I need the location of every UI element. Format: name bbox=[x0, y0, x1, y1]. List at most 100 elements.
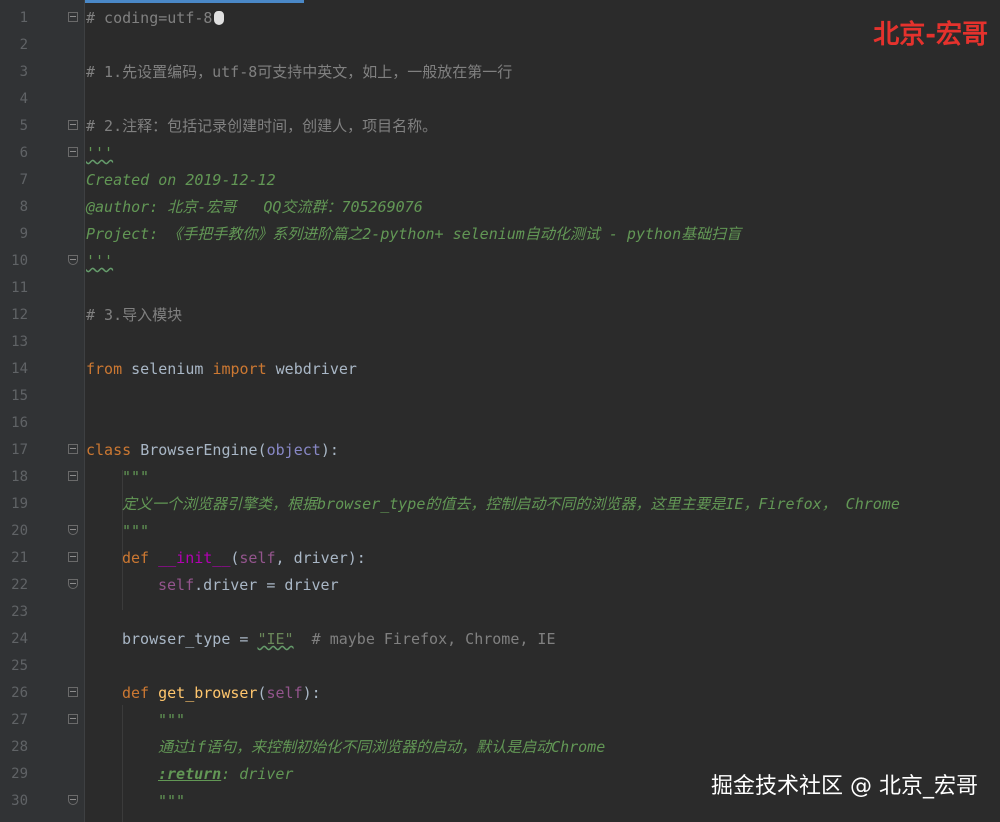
code-line[interactable]: 11 bbox=[0, 275, 1000, 302]
code-line[interactable]: 9 Project: 《手把手教你》系列进阶篇之2-python+ seleniu… bbox=[0, 221, 1000, 248]
code-line[interactable]: 2 bbox=[0, 32, 1000, 59]
code-line[interactable]: 17 class BrowserEngine(object): bbox=[0, 437, 1000, 464]
code-line[interactable]: 27 """ bbox=[0, 707, 1000, 734]
fold-toggle-icon[interactable] bbox=[68, 579, 78, 589]
line-number: 4 bbox=[19, 91, 28, 107]
code-line[interactable]: 23 bbox=[0, 599, 1000, 626]
line-number: 25 bbox=[11, 658, 28, 674]
code-token: def bbox=[122, 549, 159, 567]
code-line[interactable]: 22 self.driver = driver bbox=[0, 572, 1000, 599]
code-text: @author: 北京-宏哥 QQ交流群：705269076 bbox=[86, 194, 423, 221]
code-token: @author: 北京-宏哥 QQ交流群：705269076 bbox=[86, 198, 423, 216]
code-text: ''' bbox=[86, 248, 113, 275]
fold-toggle-icon[interactable] bbox=[68, 525, 78, 535]
code-token: def bbox=[122, 684, 159, 702]
line-number: 6 bbox=[19, 145, 28, 161]
code-line[interactable]: 8 @author: 北京-宏哥 QQ交流群：705269076 bbox=[0, 194, 1000, 221]
code-token: BrowserEngine( bbox=[140, 441, 267, 459]
code-text: """ bbox=[122, 518, 149, 545]
fold-toggle-icon[interactable] bbox=[68, 714, 78, 724]
code-line[interactable]: 18 """ bbox=[0, 464, 1000, 491]
code-token: Created on 2019-12-12 bbox=[86, 171, 276, 189]
code-text: Project: 《手把手教你》系列进阶篇之2-python+ selenium… bbox=[86, 221, 741, 248]
line-number: 21 bbox=[11, 550, 28, 566]
code-token: from bbox=[86, 360, 132, 378]
code-token: # 1.先设置编码，utf-8可支持中英文，如上，一般放在第一行 bbox=[86, 63, 513, 81]
code-line[interactable]: 7 Created on 2019-12-12 bbox=[0, 167, 1000, 194]
code-line[interactable]: 24 browser_type = "IE" # maybe Firefox, C… bbox=[0, 626, 1000, 653]
code-token: get_browser bbox=[158, 684, 258, 702]
code-text: self.driver = driver bbox=[158, 572, 339, 599]
code-token: self bbox=[158, 576, 195, 594]
line-number: 2 bbox=[19, 37, 28, 53]
line-number: 7 bbox=[19, 172, 28, 188]
mouse-pointer-icon bbox=[214, 11, 225, 25]
fold-toggle-icon[interactable] bbox=[68, 471, 78, 481]
code-token: .driver = driver bbox=[194, 576, 339, 594]
code-line[interactable]: 5 # 2.注释：包括记录创建时间，创建人，项目名称。 bbox=[0, 113, 1000, 140]
line-number: 5 bbox=[19, 118, 28, 134]
code-token: Project: 《手把手教你》系列进阶篇之2-python+ selenium… bbox=[86, 225, 742, 243]
line-number: 14 bbox=[11, 361, 28, 377]
code-text: ''' bbox=[86, 140, 113, 167]
code-editor[interactable]: 1 # coding=utf-8 2 3 # 1.先设置编码，utf-8可支持中英文，如… bbox=[0, 5, 1000, 815]
code-line[interactable]: 19 定义一个浏览器引擎类，根据browser_type的值去，控制启动不同的浏览… bbox=[0, 491, 1000, 518]
fold-toggle-icon[interactable] bbox=[68, 12, 78, 22]
line-number: 27 bbox=[11, 712, 28, 728]
code-token: :return bbox=[158, 765, 222, 783]
code-token: """ bbox=[122, 522, 150, 540]
code-line[interactable]: 13 bbox=[0, 329, 1000, 356]
line-number: 1 bbox=[19, 10, 28, 26]
code-text: Created on 2019-12-12 bbox=[86, 167, 276, 194]
code-line[interactable]: 20 """ bbox=[0, 518, 1000, 545]
code-text: # 2.注释：包括记录创建时间，创建人，项目名称。 bbox=[86, 113, 437, 140]
fold-toggle-icon[interactable] bbox=[68, 255, 78, 265]
code-line[interactable]: 28 通过if语句，来控制初始化不同浏览器的启动，默认是启动Chrome bbox=[0, 734, 1000, 761]
line-number: 15 bbox=[11, 388, 28, 404]
code-token: object bbox=[266, 441, 321, 459]
code-line[interactable]: 25 bbox=[0, 653, 1000, 680]
code-text: def __init__(self, driver): bbox=[122, 545, 366, 572]
code-token: self bbox=[239, 549, 276, 567]
code-line[interactable]: 1 # coding=utf-8 bbox=[0, 5, 1000, 32]
code-token: selenium bbox=[131, 360, 213, 378]
code-token: webdriver bbox=[275, 360, 357, 378]
code-line[interactable]: 3 # 1.先设置编码，utf-8可支持中英文，如上，一般放在第一行 bbox=[0, 59, 1000, 86]
line-number: 30 bbox=[11, 793, 28, 809]
code-line[interactable]: 12 # 3.导入模块 bbox=[0, 302, 1000, 329]
code-text: from selenium import webdriver bbox=[86, 356, 357, 383]
fold-toggle-icon[interactable] bbox=[68, 444, 78, 454]
line-number: 11 bbox=[11, 280, 28, 296]
fold-toggle-icon[interactable] bbox=[68, 147, 78, 157]
line-number: 20 bbox=[11, 523, 28, 539]
fold-toggle-icon[interactable] bbox=[68, 552, 78, 562]
code-token: # 3.导入模块 bbox=[86, 306, 183, 324]
line-number: 19 bbox=[11, 496, 28, 512]
code-line[interactable]: 10 ''' bbox=[0, 248, 1000, 275]
code-token: __init__ bbox=[158, 549, 231, 567]
code-text: # coding=utf-8 bbox=[86, 5, 225, 32]
code-line[interactable]: 6 ''' bbox=[0, 140, 1000, 167]
line-number: 9 bbox=[19, 226, 28, 242]
fold-toggle-icon[interactable] bbox=[68, 687, 78, 697]
code-line[interactable]: 4 bbox=[0, 86, 1000, 113]
code-text: """ bbox=[158, 707, 185, 734]
code-line[interactable]: 21 def __init__(self, driver): bbox=[0, 545, 1000, 572]
code-token: : driver bbox=[221, 765, 294, 783]
code-token: # coding=utf-8 bbox=[86, 9, 213, 27]
code-token: , driver): bbox=[275, 549, 366, 567]
code-token: 定义一个浏览器引擎类，根据browser_type的值去，控制启动不同的浏览器，… bbox=[122, 495, 900, 513]
fold-toggle-icon[interactable] bbox=[68, 120, 78, 130]
code-line[interactable]: 16 bbox=[0, 410, 1000, 437]
line-number: 28 bbox=[11, 739, 28, 755]
code-token: # 2.注释：包括记录创建时间，创建人，项目名称。 bbox=[86, 117, 438, 135]
line-number: 22 bbox=[11, 577, 28, 593]
code-line[interactable]: 15 bbox=[0, 383, 1000, 410]
code-token: """ bbox=[158, 792, 186, 810]
code-token: import bbox=[212, 360, 276, 378]
author-watermark: 北京-宏哥 bbox=[873, 20, 988, 50]
fold-toggle-icon[interactable] bbox=[68, 795, 78, 805]
code-line[interactable]: 14 from selenium import webdriver bbox=[0, 356, 1000, 383]
line-number: 23 bbox=[11, 604, 28, 620]
code-line[interactable]: 26 def get_browser(self): bbox=[0, 680, 1000, 707]
